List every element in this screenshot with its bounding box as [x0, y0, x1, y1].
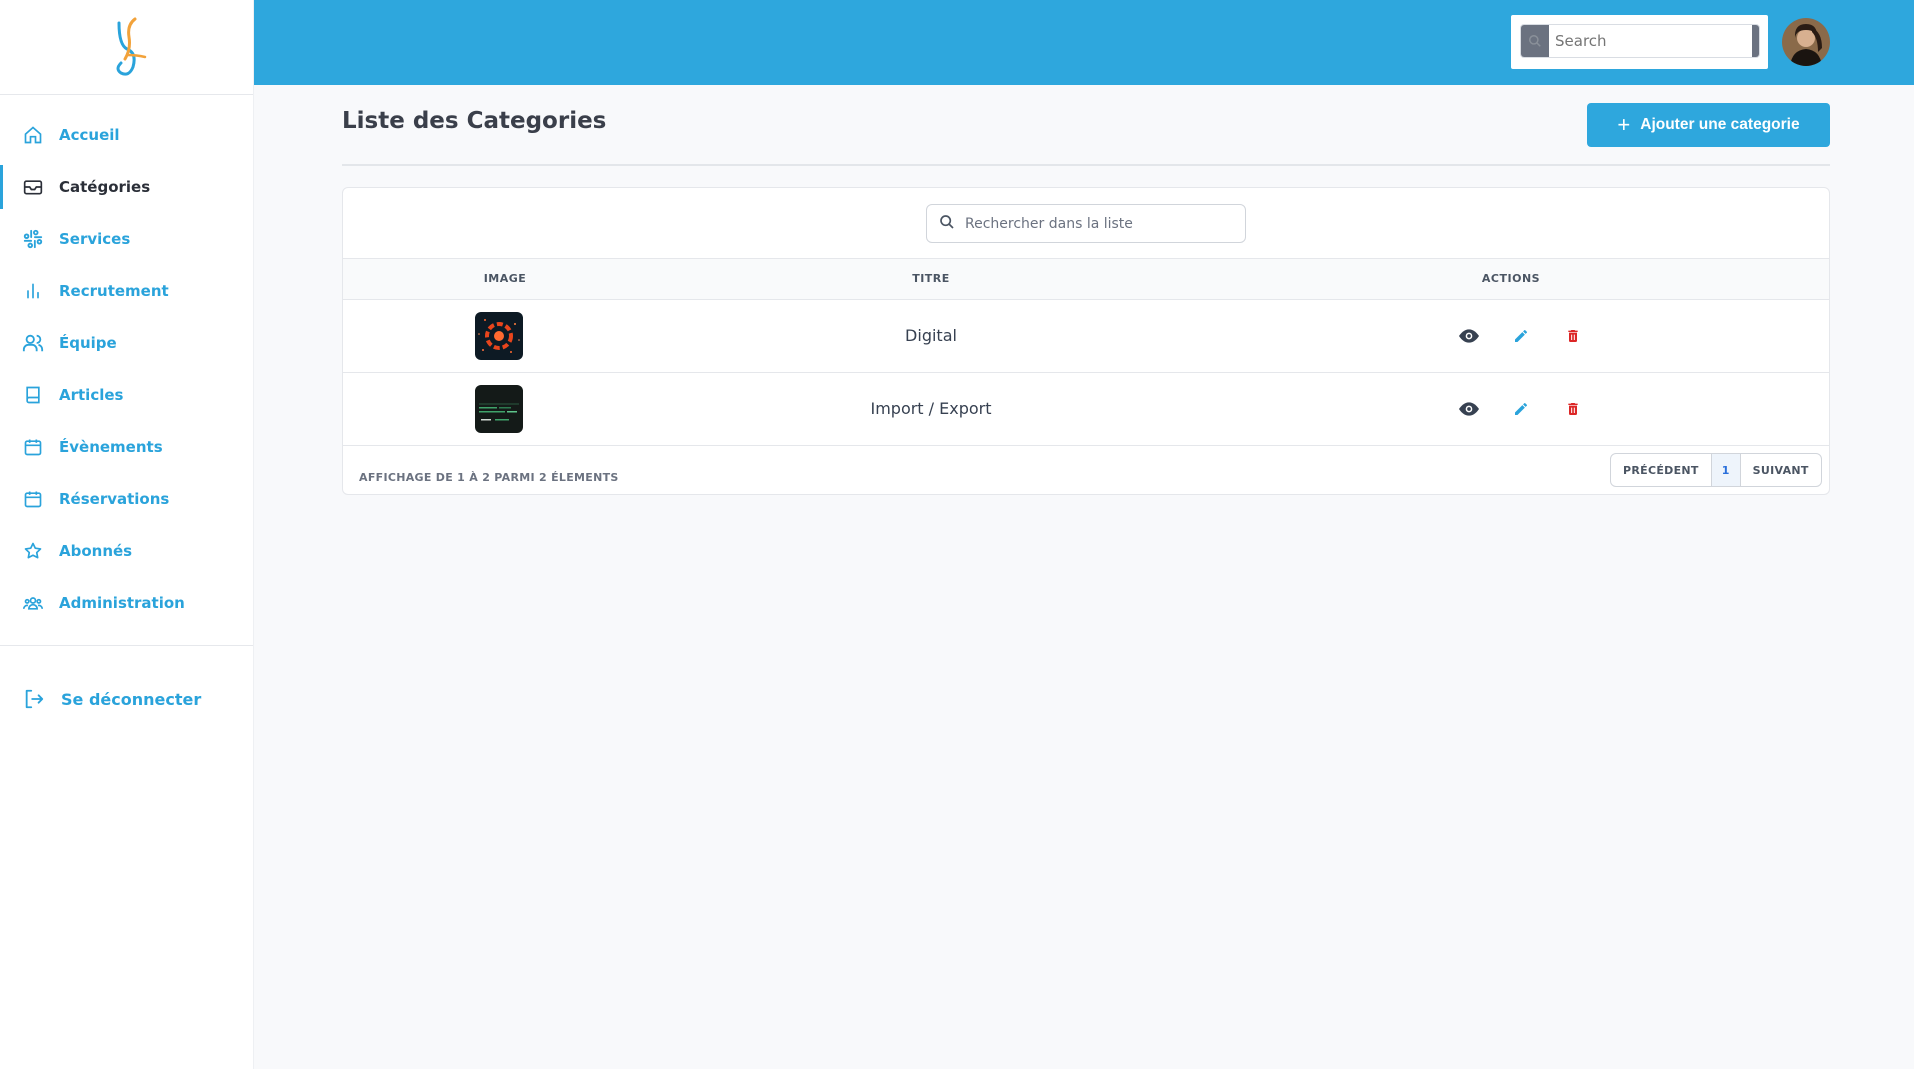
category-image — [475, 312, 523, 360]
sidebar-item-label: Catégories — [59, 178, 151, 196]
header-search-field — [1520, 24, 1760, 58]
sidebar-item-label: Équipe — [59, 334, 117, 352]
search-icon[interactable] — [1521, 25, 1549, 57]
sidebar-item-articles[interactable]: Articles — [0, 369, 253, 421]
sidebar-item-label: Accueil — [59, 126, 120, 144]
home-icon — [22, 124, 44, 146]
sidebar-item-label: Articles — [59, 386, 124, 404]
topbar — [254, 0, 1914, 85]
view-icon[interactable] — [1457, 324, 1481, 348]
pagination-info: AFFICHAGE DE 1 À 2 PARMI 2 ÉLEMENTS — [359, 471, 619, 484]
list-search-input[interactable] — [965, 215, 1245, 232]
column-header-titre[interactable]: TITRE — [912, 272, 950, 285]
logo-area — [0, 0, 253, 95]
sidebar-item-label: Recrutement — [59, 282, 169, 300]
list-search — [926, 204, 1246, 243]
brand-logo[interactable] — [97, 15, 157, 79]
sidebar-item-reservations[interactable]: Réservations — [0, 473, 253, 525]
page-1-button[interactable]: 1 — [1710, 454, 1741, 486]
sidebar-item-administration[interactable]: Administration — [0, 577, 253, 629]
view-icon[interactable] — [1457, 397, 1481, 421]
category-title: Digital — [905, 326, 957, 345]
table-row: Import / Export — [343, 373, 1829, 446]
edit-icon[interactable] — [1509, 324, 1533, 348]
category-image — [475, 385, 523, 433]
page-title: Liste des Categories — [342, 108, 607, 134]
delete-icon[interactable] — [1561, 324, 1585, 348]
calendar-icon — [22, 436, 44, 458]
sidebar-item-label: Abonnés — [59, 542, 133, 560]
slack-icon — [22, 228, 44, 250]
sidebar-item-recrutement[interactable]: Recrutement — [0, 265, 253, 317]
sidebar-item-label: Services — [59, 230, 131, 248]
previous-page-button[interactable]: PRÉCÉDENT — [1611, 454, 1711, 486]
star-icon — [22, 540, 44, 562]
categories-table-card: IMAGE TITRE ACTIONS Digital — [342, 187, 1830, 495]
column-header-actions: ACTIONS — [1481, 272, 1541, 285]
search-input[interactable] — [1549, 25, 1752, 57]
add-category-button[interactable]: + Ajouter une categorie — [1587, 103, 1830, 147]
sidebar-item-label: Réservations — [59, 490, 170, 508]
users-icon — [22, 332, 44, 354]
next-page-button[interactable]: SUIVANT — [1741, 454, 1821, 486]
edit-icon[interactable] — [1509, 397, 1533, 421]
column-header-image[interactable]: IMAGE — [484, 272, 527, 285]
book-icon — [22, 384, 44, 406]
inbox-icon — [22, 176, 44, 198]
sidebar-item-accueil[interactable]: Accueil — [0, 109, 253, 161]
table-header: IMAGE TITRE ACTIONS — [343, 258, 1829, 300]
sidebar-divider — [0, 645, 253, 646]
calendar-icon — [22, 488, 44, 510]
category-title: Import / Export — [870, 399, 992, 418]
pagination: PRÉCÉDENT 1 SUIVANT — [1610, 453, 1822, 487]
avatar[interactable] — [1782, 18, 1830, 66]
search-icon — [939, 214, 955, 234]
logout-button[interactable]: Se déconnecter — [0, 673, 253, 725]
sidebar-nav: Accueil Catégories Services Recrutement … — [0, 95, 253, 629]
delete-icon[interactable] — [1561, 397, 1585, 421]
add-category-label: Ajouter une categorie — [1640, 116, 1800, 133]
logout-label: Se déconnecter — [61, 689, 202, 709]
bar-chart-icon — [22, 280, 44, 302]
sidebar-item-label: Administration — [59, 594, 185, 612]
title-divider — [342, 164, 1830, 166]
sidebar: Accueil Catégories Services Recrutement … — [0, 0, 254, 1069]
plus-icon: + — [1617, 112, 1631, 137]
sidebar-item-evenements[interactable]: Évènements — [0, 421, 253, 473]
sidebar-item-categories[interactable]: Catégories — [0, 161, 253, 213]
admin-group-icon — [22, 592, 44, 614]
search-input-scrollbar — [1752, 25, 1759, 57]
logout-icon — [22, 687, 46, 711]
table-row: Digital — [343, 300, 1829, 373]
header-search — [1511, 15, 1768, 69]
sidebar-item-label: Évènements — [59, 438, 163, 456]
sidebar-item-equipe[interactable]: Équipe — [0, 317, 253, 369]
sidebar-item-services[interactable]: Services — [0, 213, 253, 265]
sidebar-item-abonnes[interactable]: Abonnés — [0, 525, 253, 577]
